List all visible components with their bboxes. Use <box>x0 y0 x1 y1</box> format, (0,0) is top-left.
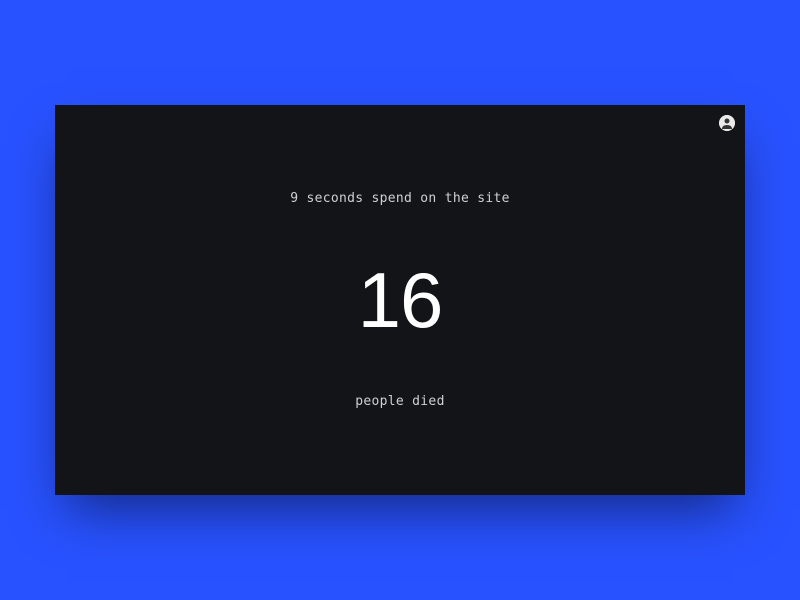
counter-caption: people died <box>355 394 444 409</box>
stats-card: 9 seconds spend on the site 16 people di… <box>55 105 745 495</box>
seconds-on-site-label: 9 seconds spend on the site <box>290 191 509 206</box>
death-counter: 16 <box>358 261 443 339</box>
avatar[interactable] <box>719 115 735 131</box>
avatar-icon <box>719 115 735 131</box>
